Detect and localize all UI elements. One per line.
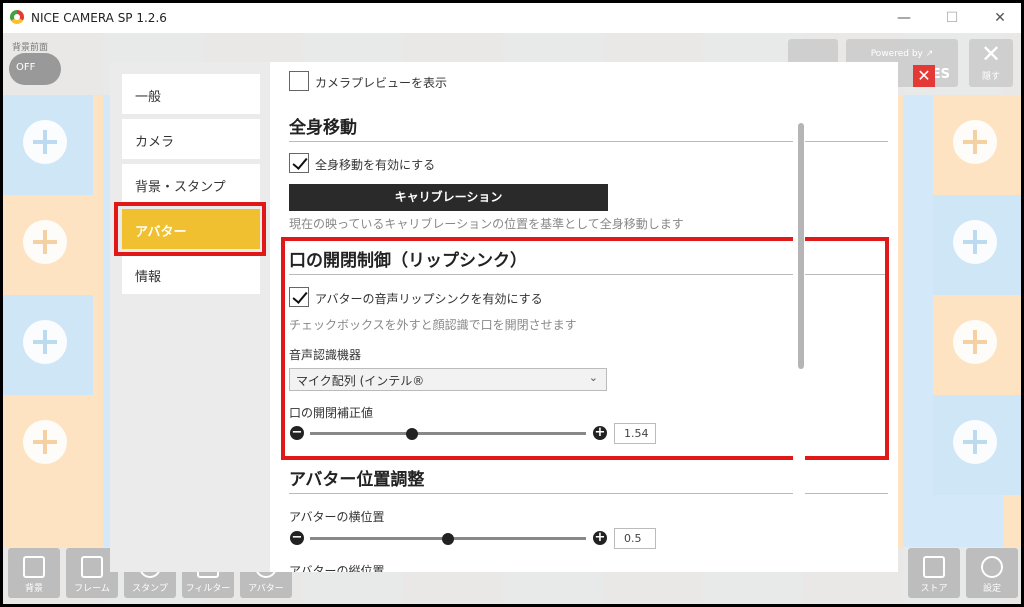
tool-label: スタンプ (132, 584, 168, 594)
dialog-close-button[interactable]: ✕ (913, 65, 935, 87)
window-title: NICE CAMERA SP 1.2.6 (31, 11, 167, 25)
scrollbar-thumb[interactable] (798, 123, 804, 369)
nav-item-general[interactable]: 一般 (122, 74, 260, 114)
decrease-icon[interactable]: − (290, 531, 304, 545)
frame-icon (81, 556, 103, 578)
add-icon[interactable] (953, 320, 997, 364)
add-icon[interactable] (23, 120, 67, 164)
add-icon[interactable] (23, 320, 67, 364)
fullbody-heading: 全身移動 (289, 118, 357, 138)
nav-item-camera[interactable]: カメラ (122, 119, 260, 159)
maximize-button[interactable]: ☐ (937, 7, 967, 29)
close-icon: ✕ (980, 40, 1002, 68)
app-logo-icon (10, 10, 24, 24)
vertical-label: アバターの縦位置 (289, 564, 385, 572)
position-heading: アバター位置調整 (289, 470, 425, 490)
powered-by-label: Powered by ↗ (870, 49, 934, 59)
nav-item-info[interactable]: 情報 (122, 254, 260, 294)
settings-sidebar: 一般 カメラ 背景・スタンプ アバター 情報 (110, 62, 270, 572)
tool-label: 背景 (24, 584, 43, 594)
nav-item-background-stamp[interactable]: 背景・スタンプ (122, 164, 260, 204)
hide-button[interactable]: ✕ 隠す (969, 39, 1013, 87)
image-icon (23, 556, 45, 578)
horizontal-slider-knob[interactable] (442, 533, 454, 545)
store-tool-button[interactable]: ストア (908, 548, 960, 598)
add-icon[interactable] (23, 420, 67, 464)
fullbody-enable-checkbox[interactable] (289, 153, 309, 173)
close-window-button[interactable]: ✕ (985, 7, 1015, 29)
horizontal-label: アバターの横位置 (289, 510, 385, 524)
tool-label: フィルター (185, 584, 231, 594)
horizontal-value[interactable]: 0.5 (614, 528, 656, 549)
add-icon[interactable] (953, 220, 997, 264)
tool-label: ストア (920, 584, 948, 594)
background-front-label: 背景前面 (12, 43, 49, 53)
settings-dialog: 一般 カメラ 背景・スタンプ アバター 情報 カメラプレビューを表示 全身移動 … (110, 62, 898, 572)
fullbody-enable-label: 全身移動を有効にする (315, 158, 436, 172)
tool-label: 設定 (982, 584, 1001, 594)
add-icon[interactable] (953, 420, 997, 464)
increase-icon[interactable]: + (593, 531, 607, 545)
store-icon (923, 556, 945, 578)
toggle-state: OFF (16, 62, 36, 73)
add-icon[interactable] (23, 220, 67, 264)
camera-preview-checkbox[interactable] (289, 71, 309, 91)
fullbody-description: 現在の映っているキャリブレーションの位置を基準として全身移動します (289, 217, 684, 231)
background-front-toggle[interactable]: OFF (9, 53, 61, 85)
gear-icon (981, 556, 1003, 578)
tool-label: アバター (248, 584, 284, 594)
nav-highlight-box (114, 202, 266, 256)
title-bar: NICE CAMERA SP 1.2.6 — ☐ ✕ (3, 3, 1021, 33)
background-tool-button[interactable]: 背景 (8, 548, 60, 598)
hide-label: 隠す (981, 72, 1000, 82)
add-icon[interactable] (953, 120, 997, 164)
camera-preview-label: カメラプレビューを表示 (315, 76, 448, 90)
minimize-button[interactable]: — (889, 7, 919, 29)
tool-label: フレーム (74, 584, 110, 594)
calibration-button[interactable]: キャリブレーション (289, 184, 608, 211)
settings-tool-button[interactable]: 設定 (966, 548, 1018, 598)
